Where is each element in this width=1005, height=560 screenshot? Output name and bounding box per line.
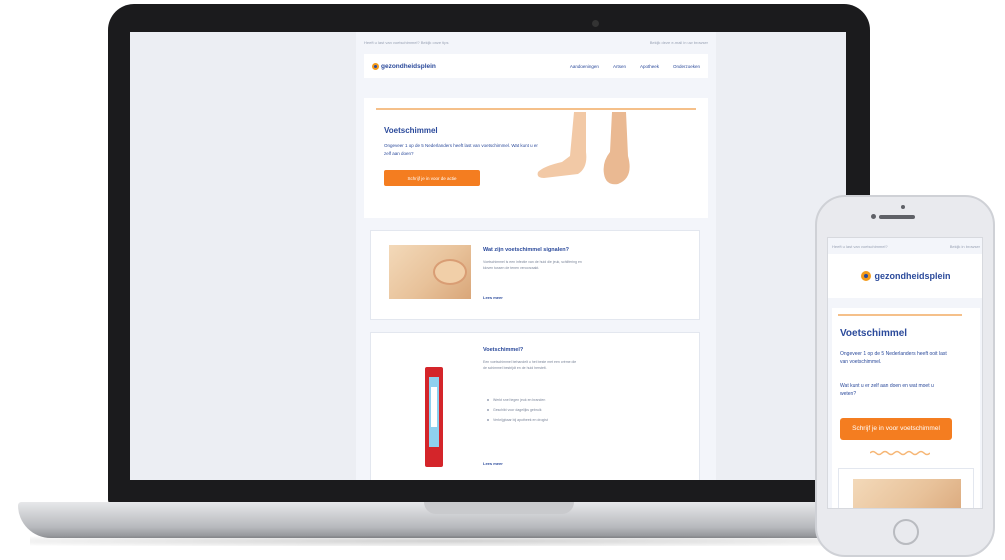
email-header: gezondheidsplein [828,254,982,298]
bullet-item: Werkt snel tegen jeuk en branden [487,397,583,403]
logo[interactable]: gezondheidsplein [861,271,951,281]
hero-title: Voetschimmel [384,126,438,135]
product-tube-image [425,367,443,467]
hero-text-secondary: Wat kunt u er zelf aan doen en wat moet … [840,383,934,397]
read-more-link[interactable]: Lees meer [483,295,503,300]
hero-card: Voetschimmel Ongeveer 1 op de 5 Nederlan… [832,308,980,508]
hero-cta-button[interactable]: Schrijf je in voor de actie [384,170,480,186]
device-mockup: Heeft u last van voetschimmel? Bekijk on… [0,0,1005,560]
read-more-link[interactable]: Lees meer [483,461,503,466]
hero-text: Ongeveer 1 op de 5 Nederlanders heeft la… [384,143,538,156]
hero-cta-button[interactable]: Schrijf je in voor voetschimmel [840,418,952,440]
laptop-notch [424,502,574,514]
article-body: Een voetschimmel behandelt u het beste m… [483,360,577,370]
phone-screen: Heeft u last van voetschimmel? Bekijk in… [827,237,983,509]
article-card-signals [838,468,974,508]
nav-item-artsen[interactable]: Artsen [613,64,626,69]
wave-divider [870,450,930,456]
logo-text: gezondheidsplein [381,62,436,70]
logo-icon [861,271,872,281]
email-desktop: Heeft u last van voetschimmel? Bekijk on… [356,32,716,480]
view-in-browser-link[interactable]: Bekijk deze e-mail in uw browser [650,40,708,45]
hero-title: Voetschimmel [840,328,908,339]
preheader-text: Heeft u last van voetschimmel? Bekijk on… [364,40,449,45]
laptop-shadow [30,536,870,546]
phone-speaker [879,215,915,219]
phone-sensor [901,205,905,209]
logo-icon [372,62,379,70]
preheader-text: Heeft u last van voetschimmel? [832,244,888,249]
foot-photo [389,245,471,299]
nav-item-aandoeningen[interactable]: Aandoeningen [570,64,599,69]
view-in-browser-link[interactable]: Bekijk in browser [950,244,980,249]
main-nav: Aandoeningen Artsen Apotheek Onderzoeken [570,64,700,69]
nav-item-apotheek[interactable]: Apotheek [640,64,659,69]
email-header: gezondheidsplein Aandoeningen Artsen Apo… [364,54,708,78]
preheader: Heeft u last van voetschimmel? Bekijk on… [356,40,716,45]
article-title: Voetschimmel? [483,347,524,353]
article-card-product: Voetschimmel? Een voetschimmel behandelt… [370,332,700,480]
phone-camera [871,214,876,219]
hero-accent-line [376,108,696,110]
article-body: Voetschimmel is een infectie van de huid… [483,260,582,270]
bullet-list: Werkt snel tegen jeuk en branden Geschik… [487,397,583,427]
bullet-item: Verkrijgbaar bij apotheek en drogist [487,417,583,423]
hero-accent-line [838,314,962,316]
feet-illustration [537,112,630,185]
article-card-signals: Wat zijn voetschimmel signalen? Voetschi… [370,230,700,320]
foot-photo [853,479,961,508]
logo-text: gezondheidsplein [874,271,951,281]
laptop-screen: Heeft u last van voetschimmel? Bekijk on… [130,32,846,480]
hero-text: Ongeveer 1 op de 5 Nederlanders heeft oo… [840,351,947,365]
nav-item-onderzoeken[interactable]: Onderzoeken [673,64,700,69]
laptop-camera [592,20,599,27]
phone: Heeft u last van voetschimmel? Bekijk in… [815,195,995,557]
preheader: Heeft u last van voetschimmel? Bekijk in… [832,244,980,249]
logo[interactable]: gezondheidsplein [372,62,436,70]
hero-card: Voetschimmel Ongeveer 1 op de 5 Nederlan… [364,98,708,280]
article-title: Wat zijn voetschimmel signalen? [483,247,569,253]
bullet-item: Geschikt voor dagelijks gebruik [487,407,583,413]
foot-photo-detail [433,259,467,285]
home-button[interactable] [893,519,919,545]
